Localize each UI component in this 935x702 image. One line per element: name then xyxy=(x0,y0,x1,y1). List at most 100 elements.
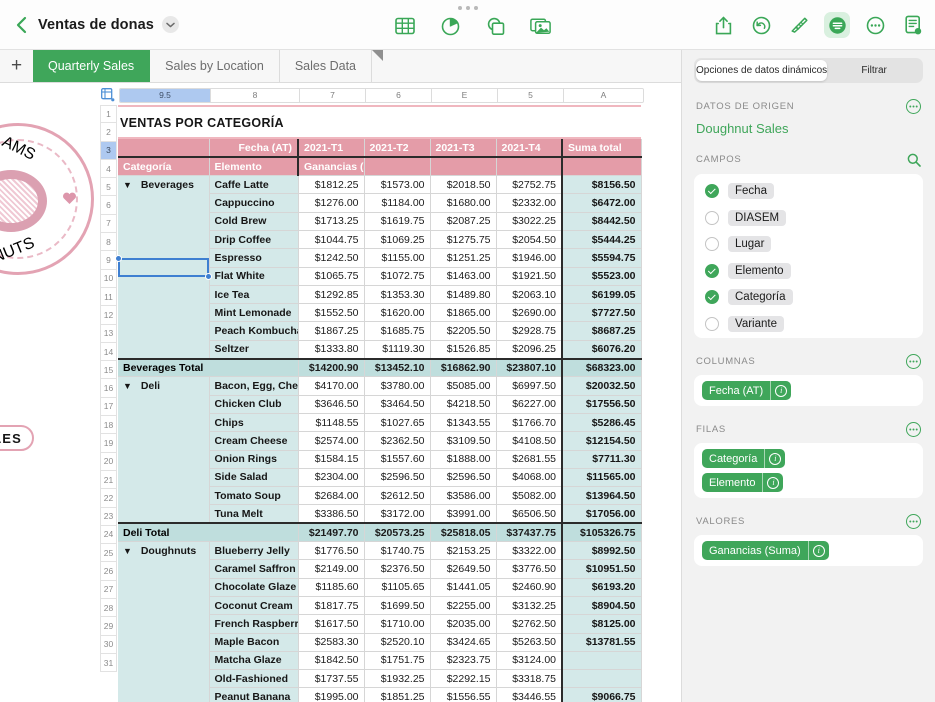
value-cell[interactable]: $1685.75 xyxy=(364,321,431,341)
category-cell[interactable] xyxy=(118,248,210,268)
value-cell[interactable]: $1932.25 xyxy=(364,669,431,688)
value-cell[interactable]: $3446.55 xyxy=(496,687,563,702)
value-cell[interactable]: $2762.50 xyxy=(496,614,563,634)
row-total-cell[interactable]: $8992.50 xyxy=(561,541,642,560)
info-icon[interactable]: i xyxy=(807,541,829,560)
row-number-10[interactable]: 10 xyxy=(100,269,117,288)
value-cell[interactable]: $1680.00 xyxy=(430,193,497,213)
table-row[interactable]: Espresso $1242.50 $1155.00 $1251.25 $1946.00… xyxy=(118,248,642,268)
row-number-20[interactable]: 20 xyxy=(100,452,117,471)
value-cell[interactable]: $6227.00 xyxy=(496,394,563,414)
pivot-header-cell[interactable] xyxy=(118,139,210,158)
row-number-6[interactable]: 6 xyxy=(100,196,117,215)
value-cell[interactable]: $3109.50 xyxy=(430,431,497,451)
row-total-cell[interactable]: $5594.75 xyxy=(561,248,642,268)
value-cell[interactable]: $5263.50 xyxy=(496,632,563,652)
item-cell[interactable]: Chocolate Glaze xyxy=(209,577,299,597)
value-cell[interactable]: $2520.10 xyxy=(364,632,431,652)
row-chip[interactable]: Categoría i xyxy=(702,449,786,468)
insert-chart-icon[interactable] xyxy=(437,13,463,39)
value-cell[interactable]: $1573.00 xyxy=(364,175,431,194)
value-cell[interactable]: $2612.50 xyxy=(364,486,431,505)
field-row-categoría[interactable]: Categoría xyxy=(694,284,923,311)
category-cell[interactable] xyxy=(118,486,210,505)
item-cell[interactable]: Matcha Glaze xyxy=(209,650,299,670)
row-number-26[interactable]: 26 xyxy=(100,562,117,581)
group-total-row[interactable]: Beverages Total $14200.90 $13452.10 $16862.… xyxy=(118,357,642,377)
checkbox-icon[interactable] xyxy=(705,210,719,225)
row-number-24[interactable]: 24 xyxy=(100,525,117,545)
checkbox-checked-icon[interactable] xyxy=(705,263,719,278)
category-cell[interactable] xyxy=(118,395,210,414)
item-cell[interactable]: Old-Fashioned xyxy=(209,669,299,688)
row-total-cell[interactable]: $6199.05 xyxy=(561,284,642,304)
group-total-value[interactable]: $25818.05 xyxy=(430,522,497,542)
column-header-5[interactable]: 5 xyxy=(498,88,564,102)
category-cell[interactable] xyxy=(118,267,210,286)
value-cell[interactable]: $2087.25 xyxy=(430,211,497,231)
category-cell[interactable] xyxy=(118,212,210,231)
row-total-cell[interactable]: $13781.55 xyxy=(561,632,642,652)
value-cell[interactable]: $1027.65 xyxy=(364,412,431,432)
group-total-sum[interactable]: $105326.75 xyxy=(561,522,642,542)
row-total-cell[interactable]: $13964.50 xyxy=(561,486,642,505)
value-cell[interactable]: $1851.25 xyxy=(364,687,431,702)
fields-list[interactable]: Fecha DIASEM Lugar Elemento Categoría Variant… xyxy=(694,174,923,338)
value-cell[interactable]: $2596.50 xyxy=(364,467,431,487)
value-cell[interactable]: $1275.75 xyxy=(430,229,497,249)
value-cell[interactable]: $1995.00 xyxy=(298,687,365,702)
pivot-header-cell[interactable]: 2021-T2 xyxy=(364,139,431,158)
value-cell[interactable]: $3464.50 xyxy=(364,394,431,414)
values-more-icon[interactable] xyxy=(906,514,921,529)
info-icon[interactable]: i xyxy=(770,381,791,400)
value-cell[interactable]: $1766.70 xyxy=(496,412,563,432)
tab-filter[interactable]: Filtrar xyxy=(827,60,921,81)
value-cell[interactable]: $1865.00 xyxy=(430,303,497,322)
table-row[interactable]: Flat White $1065.75 $1072.75 $1463.00 $1921.… xyxy=(118,266,642,286)
checkbox-checked-icon[interactable] xyxy=(705,290,719,305)
row-chip[interactable]: Elemento i xyxy=(702,473,784,492)
category-cell[interactable] xyxy=(118,504,210,524)
row-total-cell[interactable]: $6076.20 xyxy=(561,339,642,359)
category-cell[interactable] xyxy=(118,450,210,469)
category-cell[interactable] xyxy=(118,303,210,322)
value-cell[interactable]: $3424.65 xyxy=(430,632,497,652)
table-row[interactable]: Chicken Club $3646.50 $3464.50 $4218.50 $622… xyxy=(118,394,642,414)
row-total-cell[interactable]: $17556.50 xyxy=(561,394,642,414)
insert-table-icon[interactable] xyxy=(392,13,418,39)
value-cell[interactable]: $3132.25 xyxy=(496,595,563,615)
add-sheet-button[interactable]: + xyxy=(0,50,33,82)
column-header-4[interactable]: E xyxy=(432,88,498,102)
sheet-canvas[interactable]: AMS NUTS SAVORY NUTS SALES 9.5876E5A 123… xyxy=(0,83,681,702)
table-row[interactable]: Matcha Glaze $1842.50 $1751.75 $2323.75 $312… xyxy=(118,650,642,670)
item-cell[interactable]: Seltzer xyxy=(209,339,299,359)
row-total-cell[interactable]: $12154.50 xyxy=(561,431,642,451)
chevron-down-icon[interactable] xyxy=(161,16,179,33)
rows-more-icon[interactable] xyxy=(906,422,921,437)
column-chip[interactable]: Fecha (AT) i xyxy=(702,381,792,400)
share-icon[interactable] xyxy=(710,12,736,38)
row-number-21[interactable]: 21 xyxy=(100,470,117,490)
value-cell[interactable]: $1812.25 xyxy=(298,175,365,194)
value-cell[interactable]: $2149.00 xyxy=(298,559,365,579)
row-total-cell[interactable]: $10951.50 xyxy=(561,559,642,579)
value-cell[interactable]: $2681.55 xyxy=(496,449,563,469)
value-cell[interactable]: $1737.55 xyxy=(298,669,365,688)
value-cell[interactable]: $1710.00 xyxy=(364,614,431,634)
value-cell[interactable]: $3124.00 xyxy=(496,650,563,670)
category-cell[interactable] xyxy=(118,413,210,432)
disclosure-triangle-icon[interactable]: ▼ xyxy=(123,180,132,190)
value-cell[interactable]: $1699.50 xyxy=(364,595,431,615)
field-row-lugar[interactable]: Lugar xyxy=(694,231,923,258)
value-cell[interactable]: $2018.50 xyxy=(430,175,497,194)
value-cell[interactable]: $1619.75 xyxy=(364,211,431,231)
category-cell[interactable] xyxy=(118,193,210,213)
category-cell[interactable] xyxy=(118,669,210,688)
value-cell[interactable]: $1526.85 xyxy=(430,339,497,359)
row-total-cell[interactable]: $8442.50 xyxy=(561,211,642,231)
group-total-label[interactable]: Deli Total xyxy=(118,522,299,542)
item-cell[interactable]: Onion Rings xyxy=(209,449,299,469)
category-cell[interactable] xyxy=(118,614,210,634)
row-number-19[interactable]: 19 xyxy=(100,434,117,453)
category-cell[interactable] xyxy=(118,578,210,597)
